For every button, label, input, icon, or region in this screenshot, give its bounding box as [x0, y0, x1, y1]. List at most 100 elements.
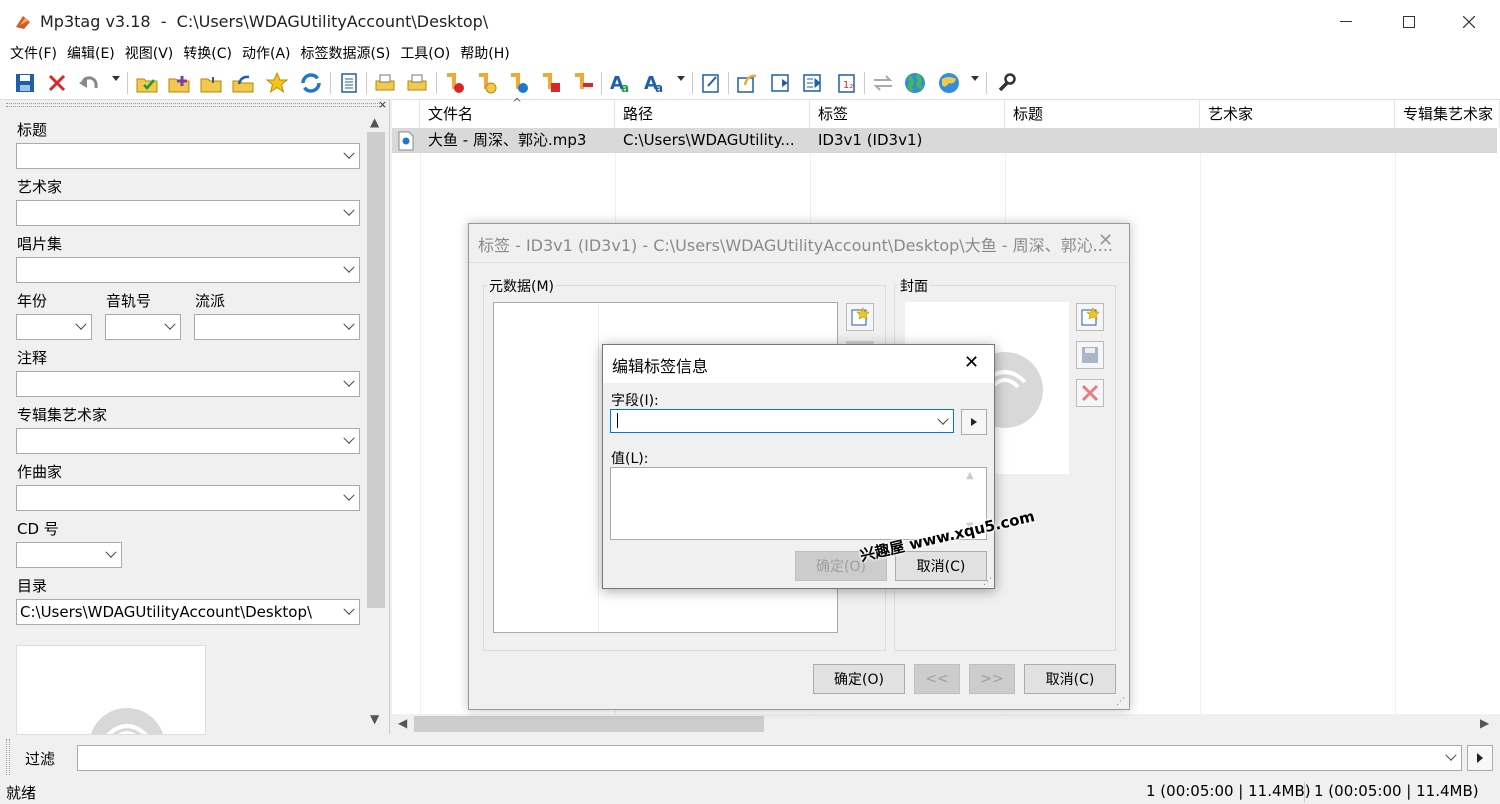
title-combo[interactable] [16, 143, 360, 169]
scroll-down-icon[interactable]: ▼ [370, 712, 379, 726]
album-combo[interactable] [16, 257, 360, 283]
cd-combo[interactable] [16, 542, 122, 568]
album-artist-combo[interactable] [16, 428, 360, 454]
column-header-tag[interactable]: 标签 [810, 100, 1005, 128]
add-folder-icon[interactable] [166, 70, 192, 96]
composer-combo[interactable] [16, 485, 360, 511]
actions-dropdown-icon[interactable] [677, 76, 685, 81]
filter-grip[interactable] [6, 739, 10, 775]
folder-up-icon[interactable] [230, 70, 256, 96]
tag-dialog-cancel-button[interactable]: 取消(C) [1024, 664, 1116, 694]
filter-input[interactable] [77, 745, 1462, 771]
list-icon[interactable] [336, 70, 362, 96]
year-combo[interactable] [16, 314, 92, 340]
chevron-down-icon [343, 603, 355, 615]
edit-icon[interactable] [698, 70, 724, 96]
column-header-album-artist[interactable]: 专辑集艺术家 [1395, 100, 1500, 128]
refresh-icon[interactable] [298, 70, 324, 96]
label-cd: CD 号 [17, 520, 59, 538]
track-combo[interactable] [105, 314, 181, 340]
edit-dialog-title: 编辑标签信息 [612, 357, 709, 376]
horizontal-scroll-thumb[interactable] [414, 716, 764, 732]
chevron-down-icon [343, 375, 355, 387]
star-icon[interactable] [264, 70, 290, 96]
artist-combo[interactable] [16, 200, 360, 226]
chevron-down-icon [164, 318, 176, 330]
web-sources-icon[interactable] [936, 70, 962, 96]
auto-numbering-icon[interactable]: 1₂ [834, 70, 860, 96]
close-button[interactable] [1440, 0, 1498, 44]
chevron-down-icon [343, 318, 355, 330]
delete-icon[interactable] [44, 70, 70, 96]
globe-icon[interactable] [902, 70, 928, 96]
scroll-right-icon[interactable]: ▶ [1480, 716, 1489, 730]
cover-art[interactable] [16, 645, 206, 735]
maximize-button[interactable] [1380, 0, 1438, 44]
menu-bar: 文件(F) 编辑(E) 视图(V) 转换(C) 动作(A) 标签数据源(S) 工… [0, 44, 1500, 66]
open-folder-check-icon[interactable] [134, 70, 160, 96]
label-track: 音轨号 [106, 292, 152, 310]
resize-grip-icon[interactable]: ⋰ [983, 577, 992, 587]
tag-dialog-ok-button[interactable]: 确定(O) [813, 664, 905, 694]
save-cover-button[interactable] [1076, 341, 1104, 369]
svg-text:a: a [621, 81, 629, 95]
comment-combo[interactable] [16, 371, 360, 397]
directory-combo[interactable]: C:\Users\WDAGUtilityAccount\Desktop\ [16, 599, 360, 625]
playlist-export-icon[interactable] [800, 70, 826, 96]
resize-grip-icon[interactable]: ⋰ [1116, 697, 1125, 707]
menu-help[interactable]: 帮助(H) [455, 44, 514, 66]
wrench-icon[interactable] [994, 70, 1020, 96]
export-icon[interactable] [734, 70, 760, 96]
cell-artist [1200, 128, 1395, 153]
actions-icon[interactable]: Aa [642, 70, 668, 96]
edit-dialog-cancel-button[interactable]: 取消(C) [895, 551, 987, 581]
folder-icon[interactable] [198, 70, 224, 96]
tag-sources-icon [870, 70, 896, 96]
next-file-button[interactable]: >> [969, 664, 1015, 694]
menu-convert[interactable]: 转换(C) [178, 44, 237, 66]
minimize-button[interactable] [1317, 0, 1375, 44]
menu-tools[interactable]: 工具(O) [395, 44, 455, 66]
menu-actions[interactable]: 动作(A) [237, 44, 296, 66]
add-cover-button[interactable] [1076, 303, 1104, 331]
save-icon[interactable] [12, 70, 38, 96]
previous-file-button[interactable]: << [914, 664, 960, 694]
web-sources-dropdown-icon[interactable] [971, 76, 979, 81]
cell-tag: ID3v1 (ID3v1) [818, 131, 923, 149]
menu-edit[interactable]: 编辑(E) [62, 44, 120, 66]
convert-text-tag-icon[interactable] [538, 70, 564, 96]
menu-view[interactable]: 视图(V) [120, 44, 179, 66]
convert-filename-filename-icon[interactable] [506, 70, 532, 96]
column-header-title[interactable]: 标题 [1005, 100, 1200, 128]
menu-file[interactable]: 文件(F) [0, 44, 62, 66]
remove-cover-button[interactable] [1076, 379, 1104, 407]
column-header-artist[interactable]: 艺术家 [1200, 100, 1395, 128]
svg-text:1₂: 1₂ [843, 80, 853, 91]
case-conversion-icon[interactable]: Aa [608, 70, 634, 96]
column-header-path[interactable]: 路径 [615, 100, 810, 128]
menu-tag-sources[interactable]: 标签数据源(S) [296, 44, 396, 66]
edit-dialog-close-icon[interactable]: ✕ [964, 352, 979, 373]
convert-tag-filename-icon[interactable] [442, 70, 468, 96]
field-menu-button[interactable] [961, 409, 987, 435]
convert-tag-tag-icon[interactable] [570, 70, 596, 96]
playlist-icon[interactable] [768, 70, 794, 96]
undo-icon[interactable] [76, 70, 102, 96]
undo-dropdown-icon[interactable] [112, 76, 120, 81]
print-icon[interactable] [372, 70, 398, 96]
field-combo[interactable] [610, 409, 954, 433]
genre-combo[interactable] [194, 314, 360, 340]
tag-dialog-close-icon[interactable]: ✕ [1098, 230, 1113, 251]
scroll-left-icon[interactable]: ◀ [398, 716, 407, 730]
filter-apply-button[interactable] [1467, 745, 1493, 771]
convert-filename-tag-icon[interactable] [474, 70, 500, 96]
scroll-up-icon[interactable]: ▲ [370, 115, 379, 129]
print-preview-icon[interactable] [404, 70, 430, 96]
chevron-down-icon [1445, 749, 1457, 761]
label-title: 标题 [17, 121, 48, 139]
panel-scroll-thumb[interactable] [367, 132, 385, 608]
panel-grip[interactable] [6, 103, 384, 107]
add-field-button[interactable] [846, 303, 874, 331]
panel-close-icon[interactable]: × [378, 98, 387, 111]
label-comment: 注释 [17, 349, 48, 367]
